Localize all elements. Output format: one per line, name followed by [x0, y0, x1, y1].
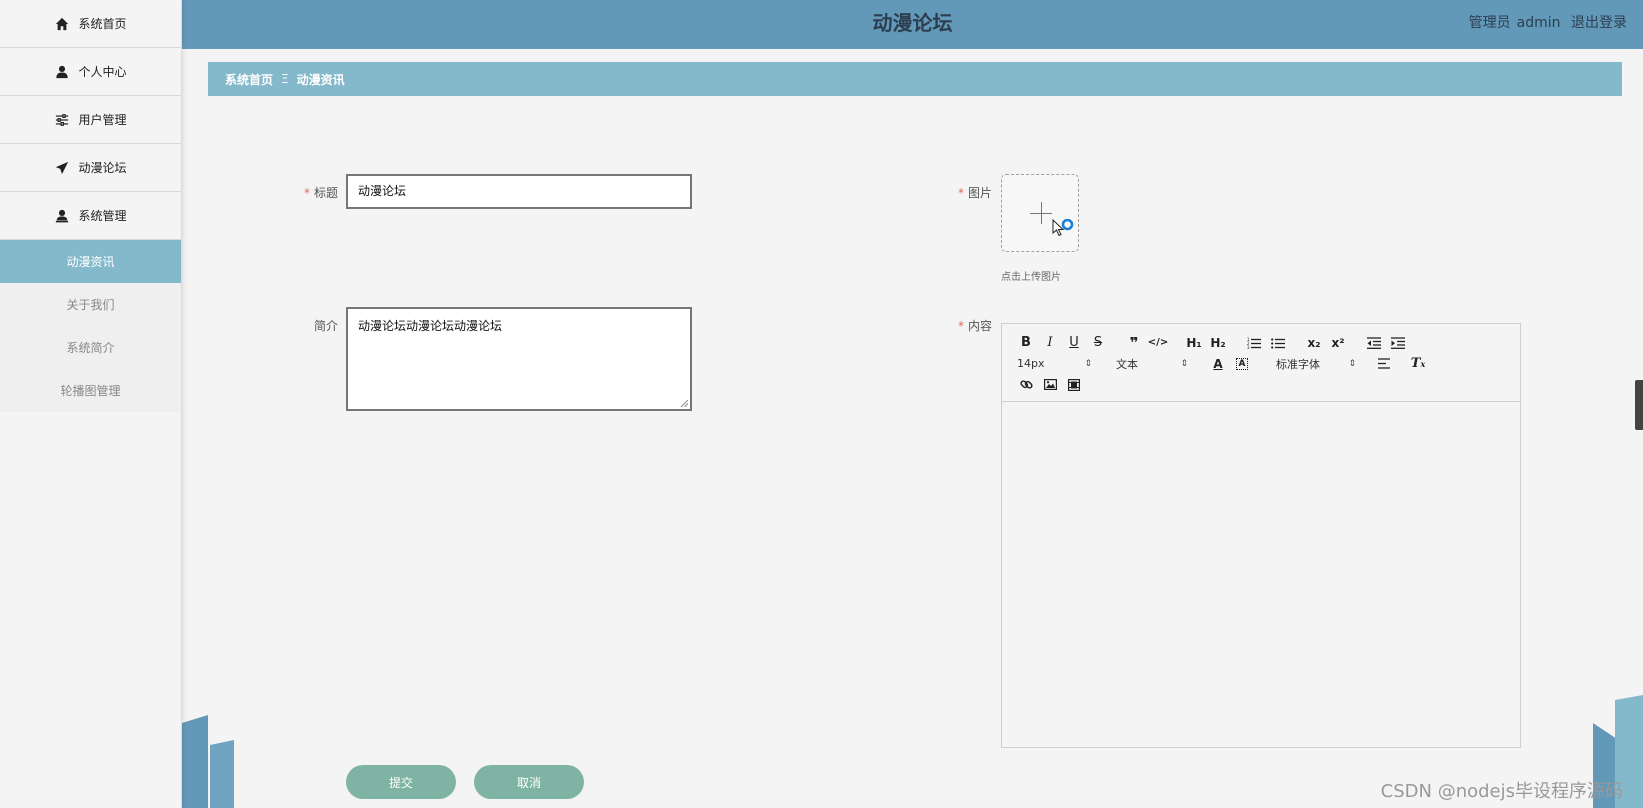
toolbar-row-2: 14px ⇕ 文本 ⇕ A A 标准字体 ⇕ Tx [1014, 353, 1510, 374]
toolbar-row-3 [1014, 374, 1510, 395]
image-label: * 图片 [957, 186, 992, 200]
sidebar-item-users[interactable]: 用户管理 [0, 96, 181, 144]
heading-2-icon[interactable]: H₂ [1206, 333, 1230, 353]
cursor-loading-icon [1052, 219, 1074, 237]
outdent-icon[interactable] [1362, 333, 1386, 353]
header-user-area: 管理员 admin 退出登录 [1463, 0, 1627, 46]
system-submenu: 动漫资讯 关于我们 系统简介 轮播图管理 [0, 240, 181, 412]
font-family-select[interactable]: 标准字体 ⇕ [1274, 354, 1356, 374]
sidebar-item-label: 系统首页 [78, 17, 127, 31]
sidebar-subitem-carousel[interactable]: 轮播图管理 [0, 369, 181, 412]
sidebar-item-home[interactable]: 系统首页 [0, 0, 181, 48]
underline-icon[interactable]: U [1062, 333, 1086, 353]
sidebar: 系统首页 个人中心 用户管理 动漫论坛 系统管理 动漫资讯 关于我们 系统简介 … [0, 0, 182, 808]
select-arrows-icon: ⇕ [1180, 358, 1188, 369]
page-title: 动漫论坛 [872, 11, 953, 35]
select-arrows-icon: ⇕ [1084, 358, 1092, 369]
clear-format-icon[interactable]: Tx [1406, 354, 1430, 374]
editor-content-area[interactable] [1002, 402, 1520, 747]
content-label: * 内容 [957, 319, 992, 333]
watermark: CSDN @nodejs毕设程序源码 [1380, 781, 1623, 802]
top-header: 动漫论坛 管理员 admin 退出登录 [182, 0, 1643, 49]
image-icon[interactable] [1038, 375, 1062, 395]
username: admin [1516, 15, 1561, 31]
title-input[interactable]: 动漫论坛 [346, 174, 692, 209]
summary-textarea[interactable]: 动漫论坛动漫论坛动漫论坛 [346, 307, 692, 411]
sidebar-subitem-system-intro[interactable]: 系统简介 [0, 326, 181, 369]
ordered-list-icon[interactable]: 123 [1242, 333, 1266, 353]
sidebar-subitem-about-us[interactable]: 关于我们 [0, 283, 181, 326]
font-color-icon[interactable]: A [1206, 354, 1230, 374]
breadcrumb-home[interactable]: 系统首页 [225, 71, 273, 88]
home-icon [54, 16, 70, 32]
image-uploader[interactable] [1001, 174, 1079, 252]
blockquote-icon[interactable]: ❞ [1122, 333, 1146, 353]
sidebar-item-profile[interactable]: 个人中心 [0, 48, 181, 96]
sidebar-item-label: 个人中心 [78, 65, 127, 79]
breadcrumb-current: 动漫资讯 [296, 72, 345, 87]
scrollbar-handle[interactable] [1635, 380, 1643, 430]
resize-grip-icon[interactable] [680, 399, 688, 407]
toolbar-row-1: B I U S ❞ </> H₁ H₂ 123 x₂ x² [1014, 332, 1510, 353]
code-block-icon[interactable]: </> [1146, 333, 1170, 353]
strikethrough-icon[interactable]: S [1086, 333, 1110, 353]
superscript-icon[interactable]: x² [1326, 333, 1350, 353]
decorative-shape-left [182, 715, 234, 808]
indent-icon[interactable] [1386, 333, 1410, 353]
title-label: * 标题 [303, 186, 338, 200]
background-color-icon[interactable]: A [1230, 354, 1254, 374]
user-role: 管理员 [1468, 15, 1511, 31]
header-select[interactable]: 文本 ⇕ [1114, 354, 1188, 374]
sidebar-item-label: 系统管理 [78, 209, 127, 223]
breadcrumb-separator: Ξ [281, 72, 289, 86]
user-icon [54, 64, 70, 80]
summary-label: 简介 [313, 319, 338, 333]
sidebar-item-system[interactable]: 系统管理 [0, 192, 181, 240]
align-icon[interactable] [1372, 354, 1396, 374]
cancel-button[interactable]: 取消 [474, 765, 584, 799]
heading-1-icon[interactable]: H₁ [1182, 333, 1206, 353]
link-icon[interactable] [1014, 375, 1038, 395]
sidebar-item-label: 用户管理 [78, 113, 127, 127]
bold-icon[interactable]: B [1014, 333, 1038, 353]
sidebar-subitem-anime-news[interactable]: 动漫资讯 [0, 240, 181, 283]
select-arrows-icon: ⇕ [1348, 358, 1356, 369]
subscript-icon[interactable]: x₂ [1302, 333, 1326, 353]
rich-text-editor: B I U S ❞ </> H₁ H₂ 123 x₂ x² 14px ⇕ 文本 … [1001, 323, 1521, 748]
paper-plane-icon [54, 160, 70, 176]
video-icon[interactable] [1062, 375, 1086, 395]
sidebar-item-label: 动漫论坛 [78, 161, 127, 175]
summary-text: 动漫论坛动漫论坛动漫论坛 [358, 319, 503, 333]
breadcrumb: 系统首页 Ξ 动漫资讯 [208, 62, 1622, 96]
editor-toolbar: B I U S ❞ </> H₁ H₂ 123 x₂ x² 14px ⇕ 文本 … [1002, 324, 1520, 402]
submit-button[interactable]: 提交 [346, 765, 456, 799]
logout-link[interactable]: 退出登录 [1571, 15, 1627, 31]
svg-text:3: 3 [1247, 345, 1250, 349]
admin-user-icon [54, 208, 70, 224]
upload-tip: 点击上传图片 [1001, 272, 1061, 283]
sidebar-item-forum[interactable]: 动漫论坛 [0, 144, 181, 192]
bullet-list-icon[interactable] [1266, 333, 1290, 353]
italic-icon[interactable]: I [1038, 333, 1062, 353]
font-size-select[interactable]: 14px ⇕ [1014, 354, 1092, 374]
sliders-icon [54, 112, 70, 128]
